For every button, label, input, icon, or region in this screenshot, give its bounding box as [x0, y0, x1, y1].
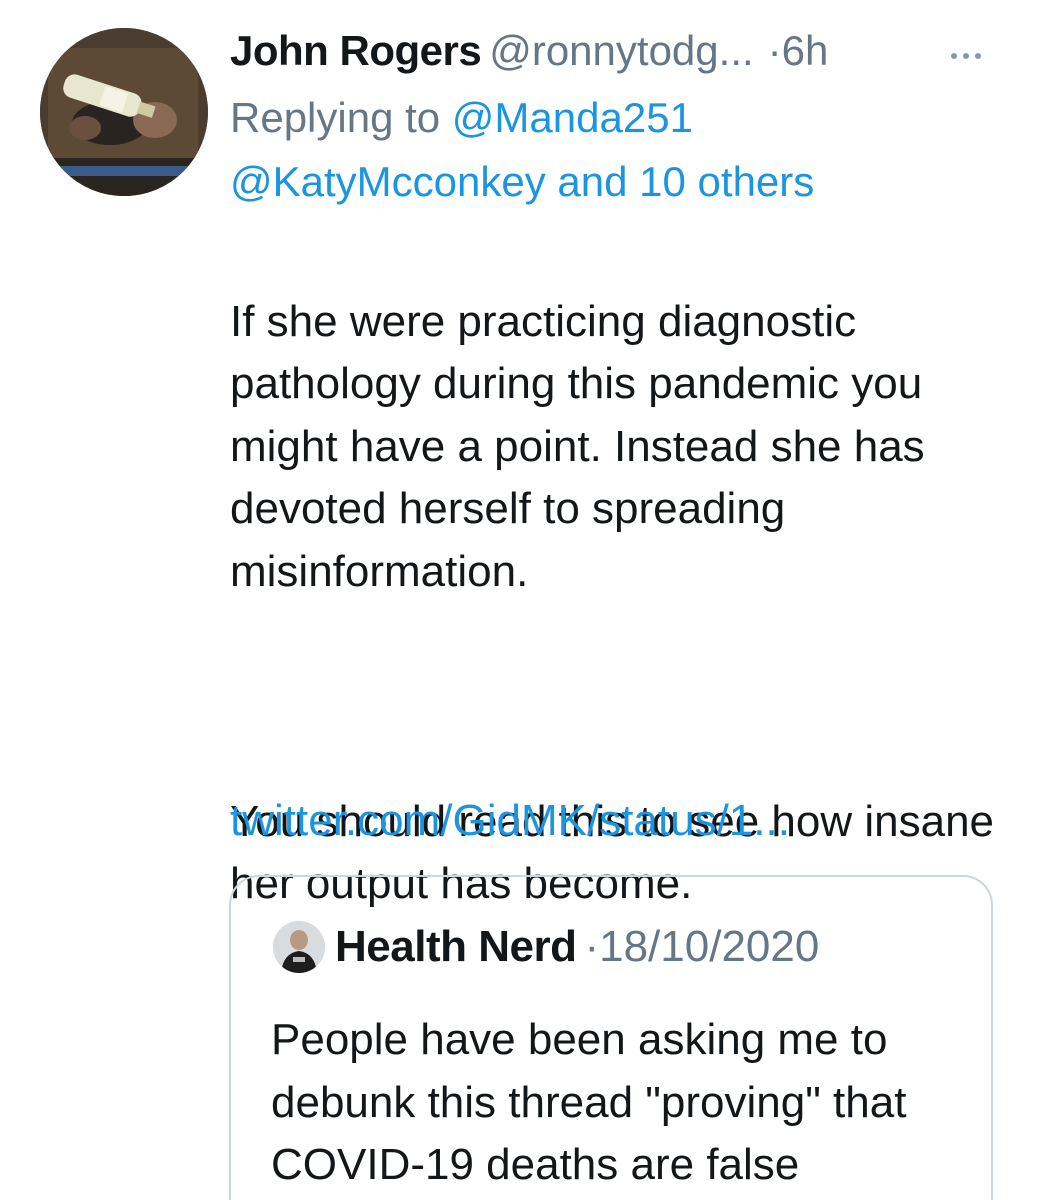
- reply-mention-others-link[interactable]: @KatyMcconkey and 10 others: [230, 158, 814, 205]
- avatar[interactable]: [40, 28, 208, 196]
- display-name[interactable]: John Rogers: [230, 27, 482, 74]
- quoted-tweet-card[interactable]: Health Nerd ·18/10/2020 People have been …: [229, 875, 993, 1200]
- timestamp[interactable]: ·6h: [768, 27, 829, 74]
- quote-avatar[interactable]: [273, 921, 325, 973]
- replying-to: Replying to @Manda251 @KatyMcconkey and …: [230, 86, 1020, 214]
- quote-date[interactable]: 18/10/2020: [599, 922, 819, 971]
- tweet-url-link[interactable]: twitter.com/GidMK/status/1...: [230, 790, 790, 852]
- tweet-paragraph: If she were practicing diagnostic pathol…: [230, 296, 925, 596]
- tweet-body: If she were practicing diagnostic pathol…: [230, 228, 1020, 978]
- reply-mention-link[interactable]: @Manda251: [452, 94, 693, 141]
- quote-avatar-image: [273, 921, 325, 973]
- quote-text: People have been asking me to debunk thi…: [271, 1015, 907, 1189]
- replying-prefix: Replying to: [230, 94, 441, 141]
- quote-header: Health Nerd ·18/10/2020: [335, 919, 819, 975]
- tweet[interactable]: John Rogers @ronnytodg... ·6h Replying to …: [0, 0, 1040, 1200]
- user-handle[interactable]: @ronnytodg...: [489, 27, 753, 74]
- tweet-header: John Rogers @ronnytodg... ·6h: [230, 24, 1020, 78]
- avatar-image: [40, 28, 208, 196]
- more-horizontal-icon[interactable]: [948, 38, 1008, 68]
- quote-separator: ·: [584, 922, 600, 971]
- quote-display-name[interactable]: Health Nerd: [335, 922, 577, 971]
